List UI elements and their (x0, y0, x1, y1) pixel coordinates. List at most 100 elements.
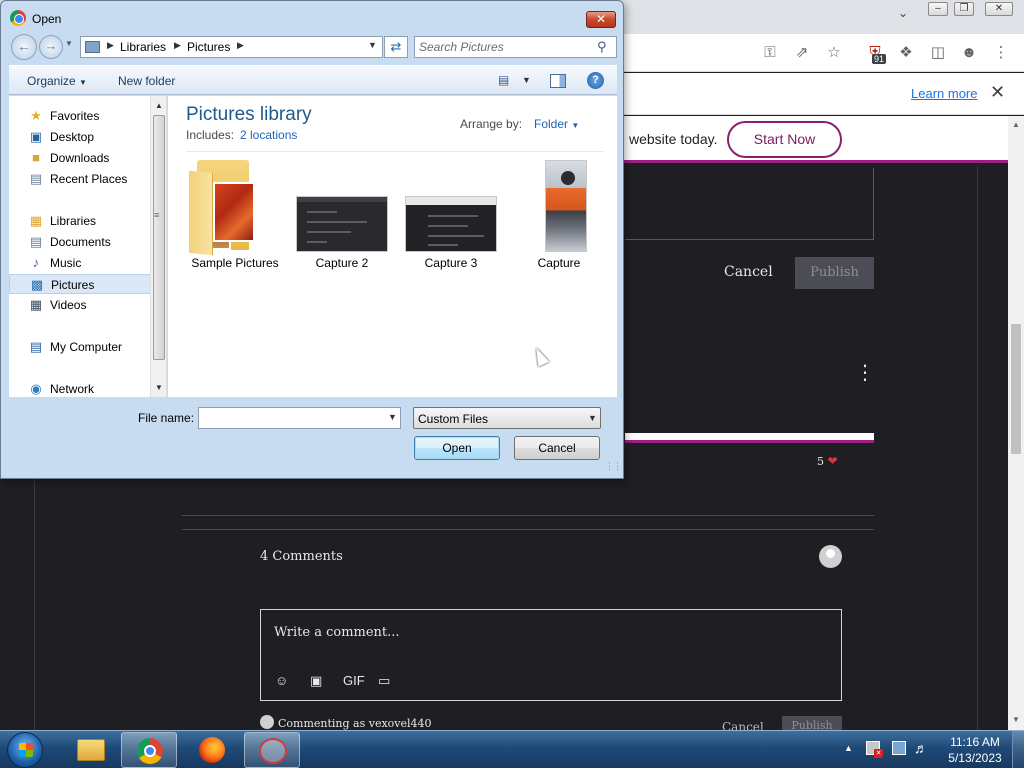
show-hidden-icons-icon[interactable]: ▲ (844, 743, 853, 753)
file-name-input[interactable] (202, 410, 380, 426)
nav-music[interactable]: ♪ Music (9, 253, 151, 273)
chevron-down-icon[interactable]: ▼ (588, 413, 597, 423)
taskbar-explorer[interactable] (62, 732, 118, 768)
change-view-icon[interactable]: ▤ (498, 73, 509, 87)
new-folder-button[interactable]: New folder (118, 74, 175, 88)
breadcrumb-separator-icon[interactable]: ▶ (107, 40, 114, 51)
nav-desktop[interactable]: ▣ Desktop (9, 127, 151, 147)
preview-pane-icon[interactable] (550, 74, 566, 88)
network-tray-icon[interactable] (892, 741, 906, 755)
view-options-dropdown-icon[interactable]: ▼ (522, 75, 531, 85)
user-avatar[interactable] (819, 545, 842, 568)
address-bar[interactable]: ▶ Libraries ▶ Pictures ▶ ▼ (80, 36, 383, 58)
show-desktop-button[interactable] (1012, 731, 1024, 768)
key-icon[interactable]: ⚿ (759, 42, 781, 64)
emoji-icon[interactable]: ☺ (275, 673, 288, 688)
file-item-capture-2[interactable]: Capture 2 (292, 160, 392, 270)
nav-pane-scrollbar[interactable]: ▲ ≡ ▼ (150, 96, 166, 397)
search-input[interactable] (419, 39, 594, 55)
scroll-up-icon[interactable]: ▲ (1012, 120, 1020, 129)
folder-photo-preview (213, 182, 255, 242)
dialog-close-button[interactable]: ✕ (586, 11, 616, 28)
refresh-icon[interactable]: ⇄ (384, 36, 408, 58)
scroll-down-icon[interactable]: ▼ (1012, 715, 1020, 724)
profile-avatar-icon[interactable]: ☻ (958, 42, 980, 64)
nav-scroll-thumb[interactable] (153, 115, 165, 360)
extensions-puzzle-icon[interactable]: ❖ (895, 42, 917, 64)
likes-count[interactable]: 5 ❤ (817, 454, 838, 468)
recent-locations-dropdown-icon[interactable]: ▼ (65, 39, 73, 48)
post-publish-button[interactable]: Publish (795, 257, 874, 289)
more-options-icon[interactable]: ⋮ (855, 360, 875, 385)
infobar-close-icon[interactable]: ✕ (990, 82, 1005, 103)
post-cancel-button[interactable]: Cancel (724, 264, 773, 280)
breadcrumb-separator-icon[interactable]: ▶ (174, 40, 181, 51)
file-item-capture[interactable]: Capture (509, 160, 609, 270)
help-icon[interactable]: ? (587, 72, 604, 89)
file-item-capture-3[interactable]: Capture 3 (401, 160, 501, 270)
promo-text: website today. (629, 131, 718, 147)
open-button[interactable]: Open (414, 436, 500, 460)
taskbar-firefox[interactable] (184, 732, 240, 768)
volume-icon[interactable]: ♬ (914, 740, 928, 756)
tab-list-chevron-icon[interactable]: ⌄ (898, 6, 908, 20)
window-close-button[interactable]: ✕ (985, 2, 1013, 16)
restore-button[interactable]: ❐ (954, 2, 974, 16)
organize-button[interactable]: Organize ▼ (27, 74, 87, 88)
nav-my-computer[interactable]: ▤ My Computer (9, 337, 151, 357)
page-scrollbar[interactable]: ▲ ▼ (1008, 116, 1024, 730)
video-icon[interactable]: ▭ (378, 673, 390, 689)
image-thumbnail (296, 196, 388, 252)
clock-date[interactable]: 5/13/2023 (944, 751, 1006, 765)
comment-placeholder[interactable]: Write a comment... (274, 625, 400, 640)
camera-icon[interactable]: ▣ (310, 673, 322, 689)
nav-libraries[interactable]: ▦ Libraries (9, 211, 151, 231)
comment-cancel-button[interactable]: Cancel (722, 720, 764, 730)
comment-publish-button[interactable]: Publish (782, 716, 842, 730)
start-button[interactable] (7, 732, 43, 768)
comment-input-box[interactable]: Write a comment... ☺ ▣ GIF ▭ (260, 609, 842, 701)
nav-pictures[interactable]: ▩ Pictures (9, 274, 151, 294)
breadcrumb-separator-icon[interactable]: ▶ (237, 40, 244, 51)
scroll-down-icon[interactable]: ▼ (155, 383, 163, 392)
minimize-button[interactable]: – (928, 2, 948, 16)
gif-button[interactable]: GIF (343, 673, 365, 688)
side-panel-icon[interactable]: ◫ (927, 42, 949, 64)
extension-shield-icon[interactable]: ⛨ 91 (864, 42, 887, 64)
page-scroll-thumb[interactable] (1011, 324, 1021, 454)
nav-favorites[interactable]: ★ Favorites (9, 106, 151, 126)
search-icon[interactable]: ⚲ (597, 39, 607, 55)
breadcrumb-libraries[interactable]: Libraries (120, 40, 166, 54)
learn-more-link[interactable]: Learn more (911, 86, 977, 101)
arrange-by-dropdown[interactable]: Folder ▼ (534, 117, 579, 131)
nav-videos[interactable]: ▦ Videos (9, 295, 151, 315)
nav-downloads[interactable]: ■ Downloads (9, 148, 151, 168)
back-arrow-icon[interactable]: ← (11, 34, 37, 60)
forward-arrow-icon[interactable]: → (39, 35, 63, 59)
dialog-title-bar[interactable]: Open ✕ (1, 1, 623, 31)
library-locations-link[interactable]: 2 locations (240, 128, 297, 142)
cancel-button[interactable]: Cancel (514, 436, 600, 460)
taskbar-chrome[interactable] (121, 732, 177, 768)
scroll-up-icon[interactable]: ▲ (155, 101, 163, 110)
nav-recent-places[interactable]: ▤ Recent Places (9, 169, 151, 189)
file-item-sample-pictures[interactable]: Sample Pictures (185, 160, 285, 270)
star-icon: ★ (30, 108, 42, 123)
share-icon[interactable]: ⇗ (791, 42, 813, 64)
file-name-dropdown-icon[interactable]: ▼ (388, 412, 397, 422)
taskbar-snipping-tool[interactable] (244, 732, 300, 768)
browser-menu-icon[interactable]: ⋮ (990, 42, 1012, 64)
file-name-combobox[interactable]: ▼ (198, 407, 401, 429)
post-compose-box[interactable] (625, 168, 874, 240)
file-type-select[interactable]: Custom Files ▼ (413, 407, 601, 429)
address-history-dropdown-icon[interactable]: ▼ (368, 40, 377, 50)
clock-time[interactable]: 11:16 AM (944, 735, 1006, 749)
start-now-button[interactable]: Start Now (727, 121, 842, 158)
search-box[interactable]: ⚲ (414, 36, 617, 58)
nav-network[interactable]: ◉ Network (9, 379, 151, 397)
nav-documents[interactable]: ▤ Documents (9, 232, 151, 252)
breadcrumb-pictures[interactable]: Pictures (187, 40, 230, 54)
heart-icon[interactable]: ❤ (828, 454, 838, 468)
resize-grip-icon[interactable]: ⋮⋮ (605, 461, 622, 472)
bookmark-star-icon[interactable]: ☆ (823, 42, 845, 64)
